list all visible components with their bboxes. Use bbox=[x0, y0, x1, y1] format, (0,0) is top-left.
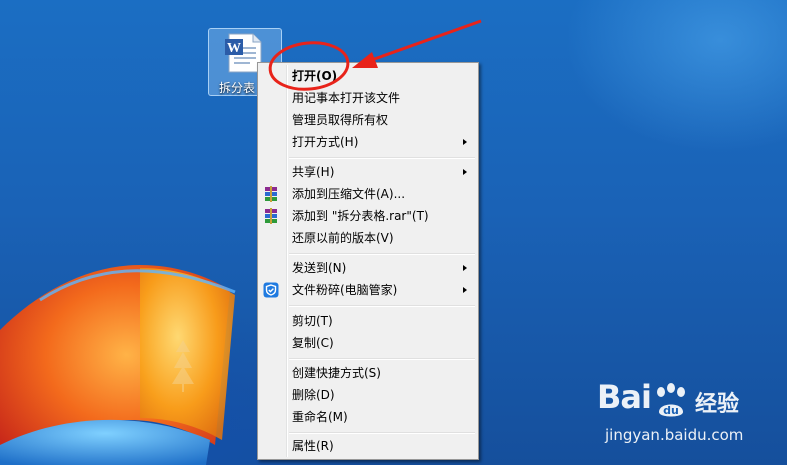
baidu-jingyan-watermark: Bai du 经验 jingyan.baidu.com bbox=[597, 378, 777, 458]
menu-item-open-with[interactable]: 打开方式(H) bbox=[260, 131, 476, 153]
menu-item-label: 共享(H) bbox=[292, 165, 335, 179]
baidu-paw-icon: du bbox=[657, 383, 685, 417]
watermark-url: jingyan.baidu.com bbox=[605, 426, 744, 444]
submenu-arrow-icon bbox=[463, 169, 467, 175]
submenu-arrow-icon bbox=[463, 287, 467, 293]
menu-item-restore-versions[interactable]: 还原以前的版本(V) bbox=[260, 227, 476, 249]
menu-separator bbox=[289, 253, 475, 255]
menu-item-send-to[interactable]: 发送到(N) bbox=[260, 257, 476, 279]
menu-item-label: 还原以前的版本(V) bbox=[292, 231, 394, 245]
menu-item-label: 创建快捷方式(S) bbox=[292, 366, 381, 380]
menu-separator bbox=[289, 358, 475, 360]
context-menu: 打开(O) 用记事本打开该文件 管理员取得所有权 打开方式(H) 共享(H) 添… bbox=[257, 62, 479, 460]
tencent-guard-icon bbox=[263, 282, 279, 298]
menu-item-label: 重命名(M) bbox=[292, 410, 348, 424]
menu-item-share[interactable]: 共享(H) bbox=[260, 161, 476, 183]
watermark-logo: Bai bbox=[597, 378, 652, 416]
submenu-arrow-icon bbox=[463, 139, 467, 145]
menu-item-label: 文件粉碎(电脑管家) bbox=[292, 283, 398, 297]
submenu-arrow-icon bbox=[463, 265, 467, 271]
menu-item-label: 发送到(N) bbox=[292, 261, 347, 275]
menu-item-cut[interactable]: 剪切(T) bbox=[260, 310, 476, 332]
menu-item-add-to-archive[interactable]: 添加到压缩文件(A)... bbox=[260, 183, 476, 205]
desktop-file-label: 拆分表 bbox=[219, 81, 256, 95]
winrar-icon bbox=[265, 208, 277, 224]
menu-item-copy[interactable]: 复制(C) bbox=[260, 332, 476, 354]
menu-item-label: 打开方式(H) bbox=[292, 135, 359, 149]
menu-item-label: 管理员取得所有权 bbox=[292, 113, 389, 127]
menu-item-open-with-notepad[interactable]: 用记事本打开该文件 bbox=[260, 87, 476, 109]
menu-item-rename[interactable]: 重命名(M) bbox=[260, 406, 476, 428]
menu-item-label: 剪切(T) bbox=[292, 314, 333, 328]
menu-separator bbox=[289, 305, 475, 307]
watermark-logo-text-right: 经验 bbox=[695, 392, 740, 417]
winrar-icon bbox=[265, 186, 277, 202]
menu-item-label: 打开(O) bbox=[292, 69, 338, 83]
menu-item-create-shortcut[interactable]: 创建快捷方式(S) bbox=[260, 362, 476, 384]
menu-separator bbox=[289, 157, 475, 159]
menu-item-label: 删除(D) bbox=[292, 388, 335, 402]
menu-item-label: 用记事本打开该文件 bbox=[292, 91, 401, 105]
menu-item-label: 添加到 "拆分表格.rar"(T) bbox=[292, 209, 429, 223]
menu-item-file-shredder[interactable]: 文件粉碎(电脑管家) bbox=[260, 279, 476, 301]
svg-text:W: W bbox=[227, 41, 241, 56]
svg-text:du: du bbox=[663, 404, 679, 417]
watermark-logo-text-left: Bai bbox=[597, 378, 652, 416]
menu-item-label: 复制(C) bbox=[292, 336, 334, 350]
menu-item-add-to-rar[interactable]: 添加到 "拆分表格.rar"(T) bbox=[260, 205, 476, 227]
menu-item-delete[interactable]: 删除(D) bbox=[260, 384, 476, 406]
menu-item-open[interactable]: 打开(O) bbox=[260, 65, 476, 87]
menu-separator bbox=[289, 432, 475, 434]
menu-item-take-ownership[interactable]: 管理员取得所有权 bbox=[260, 109, 476, 131]
menu-item-properties[interactable]: 属性(R) bbox=[260, 435, 476, 457]
menu-item-label: 添加到压缩文件(A)... bbox=[292, 187, 406, 201]
menu-item-label: 属性(R) bbox=[292, 439, 334, 453]
